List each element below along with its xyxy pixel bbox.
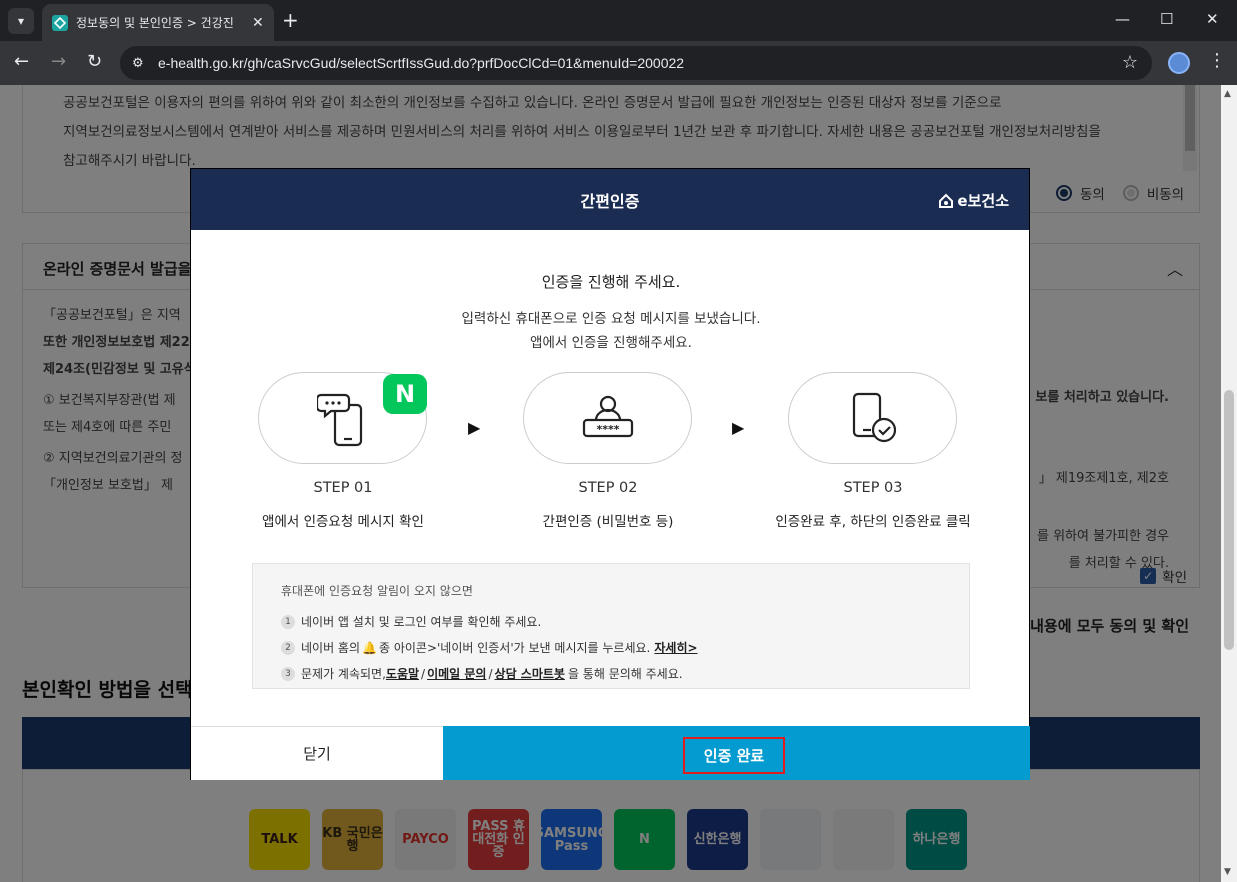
bookmark-star-icon[interactable]: ☆ [1122,52,1138,73]
number-2-icon: 2 [281,640,295,655]
help-text: 문제가 계속되면, [301,667,386,681]
auth-complete-label: 인증 완료 [683,737,785,774]
close-tab-icon[interactable]: ✕ [252,15,264,31]
step-arrow-icon: ▶ [732,418,745,437]
naver-badge-icon: N [383,374,427,414]
reload-button[interactable]: ↻ [87,51,102,73]
scroll-up-arrow[interactable]: ▲ [1224,89,1231,99]
forward-button[interactable]: → [51,51,66,73]
step-03-name: STEP 03 [843,480,903,496]
tab-search-button[interactable]: ▾ [8,8,34,34]
help-item-2: 2 네이버 홈의 🔔 종 아이콘>'네이버 인증서'가 보낸 메시지를 누르세요… [281,639,941,656]
help-link[interactable]: 도움말 [386,665,419,682]
step-03-desc: 인증완료 후, 하단의 인증완료 클릭 [775,514,971,530]
minimize-window-button[interactable]: — [1115,10,1130,28]
modal-title: 간편인증 [580,191,640,211]
browser-tab[interactable]: 정보동의 및 본인인증 > 건강진 ✕ [42,4,274,41]
user-password-icon: **** [582,395,633,438]
back-button[interactable]: ← [14,51,29,73]
help-text: 네이버 앱 설치 및 로그인 여부를 확인해 주세요. [301,615,542,629]
pin-mask-text: **** [596,423,619,436]
browser-toolbar: ← → ↻ ⚙ e-health.go.kr/gh/caSrvcGud/sele… [0,41,1237,85]
auth-instruction-line: 앱에서 인증을 진행해주세요. [530,335,692,351]
scroll-down-arrow[interactable]: ▼ [1224,867,1231,877]
step-03-illustration [788,372,957,464]
smartbot-link[interactable]: 상담 스마트봇 [495,665,565,682]
number-3-icon: 3 [281,666,295,681]
profile-avatar[interactable] [1168,52,1190,74]
more-details-link[interactable]: 자세히> [654,639,697,656]
e-health-logo: e보건소 [938,190,1009,211]
browser-tab-bar: ▾ 정보동의 및 본인인증 > 건강진 ✕ + — ☐ ✕ [0,0,1237,41]
page-scrollbar[interactable]: ▲ ▼ [1221,85,1237,882]
help-text: 종 아이콘>'네이버 인증서'가 보낸 메시지를 누르세요. [378,641,651,655]
new-tab-button[interactable]: + [282,9,299,31]
step-01-name: STEP 01 [313,480,373,496]
help-item-3: 3 문제가 계속되면, 도움말 / 이메일 문의 / 상담 스마트봇 을 통해 … [281,665,941,682]
auth-instruction-title: 인증을 진행해 주세요. [541,273,681,291]
page-scroll-thumb[interactable] [1224,390,1234,650]
tab-title: 정보동의 및 본인인증 > 건강진 [76,16,234,30]
help-item-1: 1 네이버 앱 설치 및 로그인 여부를 확인해 주세요. [281,613,941,630]
auth-instruction-line: 입력하신 휴대폰으로 인증 요청 메시지를 보냈습니다. [461,311,761,327]
close-window-button[interactable]: ✕ [1206,10,1219,28]
email-inquiry-link[interactable]: 이메일 문의 [427,665,486,682]
help-text: 네이버 홈의 [301,641,361,655]
help-box: 휴대폰에 인증요청 알림이 오지 않으면 1 네이버 앱 설치 및 로그인 여부… [252,563,970,689]
home-logo-icon [939,193,954,208]
site-settings-icon[interactable]: ⚙ [132,56,152,71]
step-01-desc: 앱에서 인증요청 메시지 확인 [262,514,424,530]
logo-text: e보건소 [957,192,1009,210]
help-separator: / [488,666,493,681]
browser-menu-icon[interactable]: ⋮ [1208,50,1226,71]
step-02-desc: 간편인증 (비밀번호 등) [542,514,674,530]
maximize-window-button[interactable]: ☐ [1160,10,1173,28]
auth-complete-button[interactable]: 인증 완료 [443,726,1030,780]
bell-icon: 🔔 [362,640,377,655]
step-02-name: STEP 02 [578,480,638,496]
help-title: 휴대폰에 인증요청 알림이 오지 않으면 [281,584,473,598]
help-text: 을 통해 문의해 주세요. [567,667,683,681]
chevron-down-icon: ▾ [17,14,25,28]
site-favicon-icon [52,14,68,31]
number-1-icon: 1 [281,614,295,629]
step-arrow-icon: ▶ [468,418,481,437]
close-button[interactable]: 닫기 [191,726,443,780]
phone-check-icon [852,392,896,443]
phone-message-icon [316,393,362,447]
address-bar[interactable]: ⚙ e-health.go.kr/gh/caSrvcGud/selectScrt… [120,46,1152,80]
url-text: e-health.go.kr/gh/caSrvcGud/selectScrtfI… [158,55,685,71]
simple-auth-modal: 간편인증 e보건소 인증을 진행해 주세요. 입력하신 휴대폰으로 인증 요청 … [190,168,1030,780]
step-02-illustration: **** [523,372,692,464]
help-separator: / [421,666,426,681]
modal-header: 간편인증 e보건소 [191,169,1029,230]
